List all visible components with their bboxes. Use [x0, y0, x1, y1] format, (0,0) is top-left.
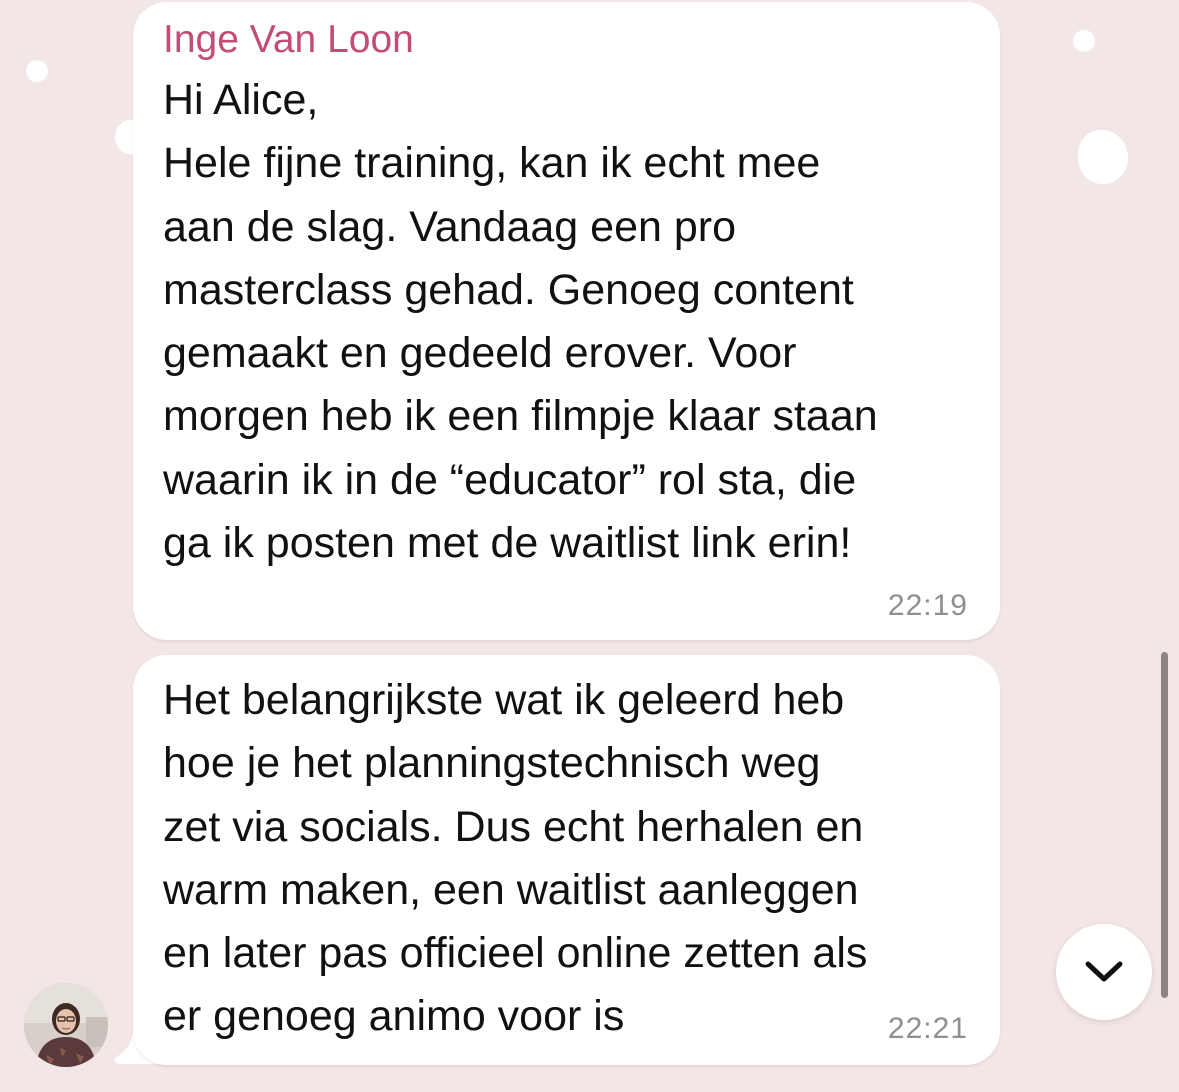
scroll-down-button[interactable] — [1056, 924, 1152, 1020]
message-text: Hi Alice, Hele fijne training, kan ik ec… — [163, 69, 993, 575]
message-timestamp: 22:19 — [887, 589, 968, 622]
message-line: aan de slag. Vandaag een pro — [163, 202, 737, 251]
message-line: er genoeg animo voor is — [163, 992, 625, 1041]
message-line: warm maken, een waitlist aanleggen — [163, 865, 859, 914]
message-line: waarin ik in de “educator” rol sta, die — [163, 455, 857, 504]
wallpaper-dot — [1078, 130, 1128, 184]
sender-name[interactable]: Inge Van Loon — [163, 16, 414, 64]
scrollbar[interactable] — [1161, 652, 1168, 998]
message-line: en later pas officieel online zetten als — [163, 929, 868, 978]
sender-avatar[interactable] — [24, 983, 108, 1067]
message-line: Hele fijne training, kan ik echt mee — [163, 139, 821, 188]
message-line: Het belangrijkste wat ik geleerd heb — [163, 676, 845, 724]
message-line: morgen heb ik een filmpje klaar staan — [163, 392, 878, 441]
message-line: ga ik posten met de waitlist link erin! — [163, 519, 852, 568]
message-line: Hi Alice, — [163, 76, 319, 124]
message-bubble[interactable]: Inge Van Loon Hi Alice, Hele fijne train… — [133, 2, 1000, 640]
message-line: gemaakt en gedeeld erover. Voor — [163, 329, 797, 378]
chevron-down-icon — [1085, 961, 1123, 982]
message-timestamp: 22:21 — [887, 1012, 968, 1045]
message-text: Het belangrijkste wat ik geleerd heb hoe… — [163, 669, 993, 1049]
avatar-portrait — [24, 983, 108, 1067]
message-bubble[interactable]: Het belangrijkste wat ik geleerd heb hoe… — [133, 655, 1000, 1065]
message-line: masterclass gehad. Genoeg content — [163, 265, 854, 314]
wallpaper-dot — [1073, 30, 1095, 52]
wallpaper-dot — [26, 60, 48, 82]
message-line: zet via socials. Dus echt herhalen en — [163, 802, 864, 851]
message-line: hoe je het planningstechnisch weg — [163, 739, 821, 788]
